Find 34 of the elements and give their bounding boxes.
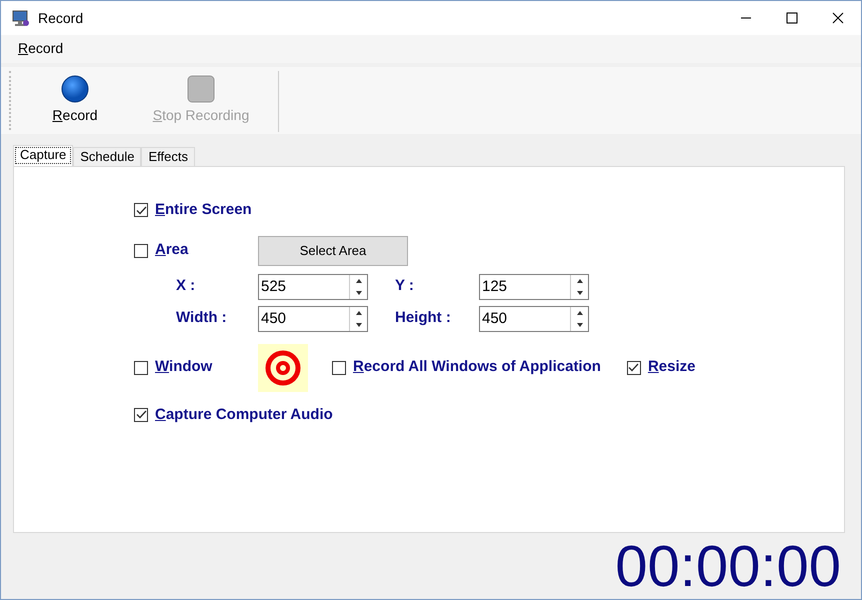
checkbox[interactable] bbox=[626, 360, 641, 375]
field-label: Y : bbox=[395, 276, 415, 296]
checkbox[interactable] bbox=[134, 408, 148, 422]
field-label: X : bbox=[176, 276, 196, 296]
number-field[interactable]: 450 bbox=[258, 306, 368, 332]
number-field[interactable]: 450 bbox=[479, 306, 589, 332]
checkbox-label: Record All Windows of Application bbox=[353, 357, 601, 378]
field-label: Width : bbox=[176, 308, 228, 328]
checkbox-label: Area bbox=[155, 240, 188, 260]
tab[interactable]: Capture bbox=[13, 145, 74, 166]
number-field[interactable]: 125 bbox=[479, 274, 589, 300]
checkbox-label: Entire Screen bbox=[155, 200, 252, 220]
select-area-button[interactable]: Select Area bbox=[258, 236, 408, 266]
target-icon[interactable] bbox=[258, 344, 308, 392]
close-icon bbox=[832, 12, 844, 24]
menu-item[interactable]: Record bbox=[11, 36, 70, 62]
elapsed-timer: 00:00:00 bbox=[615, 534, 841, 599]
checkbox[interactable] bbox=[134, 203, 148, 218]
checkbox-label: Window bbox=[155, 357, 212, 378]
checkbox-label: Resize bbox=[648, 357, 696, 378]
tab[interactable]: Effects bbox=[141, 147, 195, 166]
maximize-icon bbox=[786, 12, 798, 24]
field-label: Height : bbox=[395, 308, 452, 328]
record-icon bbox=[61, 74, 89, 103]
checkbox[interactable] bbox=[332, 360, 346, 375]
app-icon bbox=[12, 9, 30, 27]
record-button[interactable]: Record bbox=[12, 66, 138, 134]
tab[interactable]: Schedule bbox=[73, 147, 142, 166]
stop-icon bbox=[187, 74, 215, 103]
checkbox[interactable] bbox=[134, 244, 148, 258]
checkbox[interactable] bbox=[134, 360, 148, 375]
checkbox-label: Capture Computer Audio bbox=[155, 404, 333, 425]
window-title: Record bbox=[38, 8, 84, 28]
number-field[interactable]: 525 bbox=[258, 274, 368, 300]
